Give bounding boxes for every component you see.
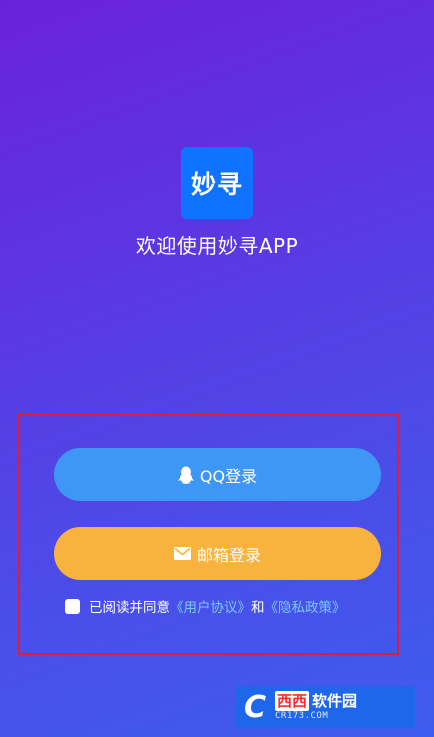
agreement-and: 和 <box>251 600 265 616</box>
watermark-main-text: 软件园 <box>312 691 358 710</box>
qq-login-button[interactable]: QQ登录 <box>54 448 381 501</box>
privacy-policy-link[interactable]: 《隐私政策》 <box>265 596 346 616</box>
agreement-row: 已阅读并同意 《用户协议》 和 《隐私政策》 <box>65 596 346 616</box>
email-login-label: 邮箱登录 <box>196 545 261 565</box>
watermark-red-text: 西西 <box>275 690 310 711</box>
watermark-logo: C 西西 软件园 CR173.COM <box>235 686 415 728</box>
agreement-checkbox[interactable] <box>65 598 80 614</box>
watermark-c-icon: C <box>243 689 267 725</box>
email-login-button[interactable]: 邮箱登录 <box>54 527 381 580</box>
app-logo: 妙寻 <box>181 147 253 219</box>
envelope-icon <box>173 547 191 560</box>
watermark-sub-text: CR173.COM <box>275 710 329 721</box>
qq-login-label: QQ登录 <box>199 466 258 486</box>
user-agreement-link[interactable]: 《用户协议》 <box>170 596 251 616</box>
agreement-prefix: 已阅读并同意 <box>89 600 170 616</box>
qq-penguin-icon <box>177 466 194 484</box>
welcome-title: 欢迎使用妙寻APP <box>135 234 299 258</box>
app-logo-text: 妙寻 <box>190 170 243 199</box>
